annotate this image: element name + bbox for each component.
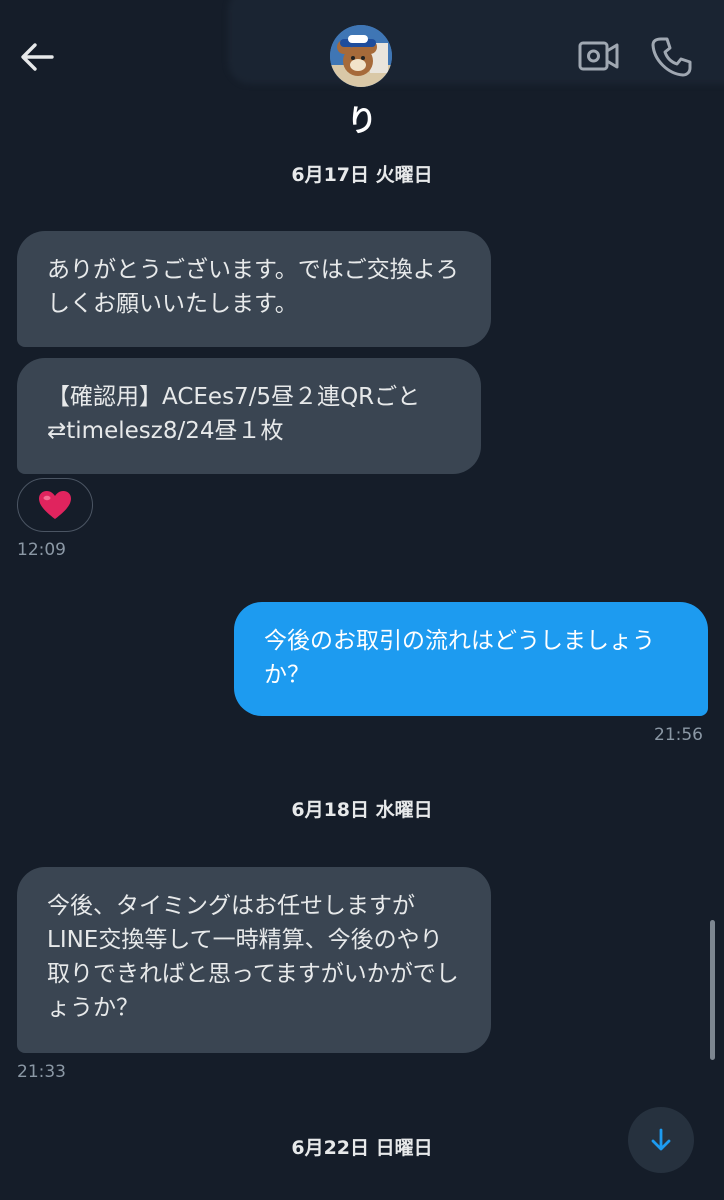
- message-timestamp: 12:09: [17, 540, 66, 560]
- voice-call-button[interactable]: [648, 34, 694, 80]
- message-reaction[interactable]: ❤️: [17, 478, 93, 532]
- conversation-header: り: [0, 0, 724, 150]
- incoming-message[interactable]: 【確認用】ACEes7/5昼２連QRごと⇄timelesz8/24昼１枚: [17, 358, 481, 474]
- avatar-image: [330, 25, 392, 87]
- contact-name[interactable]: り: [0, 96, 724, 140]
- arrow-left-icon: [21, 43, 54, 71]
- heart-icon: [39, 491, 71, 519]
- phone-icon: [651, 37, 692, 77]
- scroll-to-bottom-button[interactable]: [628, 1107, 694, 1173]
- arrow-down-icon: [651, 1128, 671, 1151]
- avatar[interactable]: [330, 25, 392, 87]
- outgoing-message[interactable]: 今後のお取引の流れはどうしましょうか？: [234, 602, 708, 716]
- date-separator: 6月17日 火曜日: [291, 164, 433, 186]
- date-separator: 6月18日 水曜日: [291, 799, 433, 821]
- back-button[interactable]: [14, 34, 60, 80]
- video-call-button[interactable]: [576, 36, 620, 76]
- message-timestamp: 21:56: [654, 725, 703, 745]
- scrollbar[interactable]: [710, 920, 715, 1060]
- date-separator: 6月22日 日曜日: [291, 1137, 433, 1159]
- incoming-message[interactable]: 今後、タイミングはお任せしますがLINE交換等して一時精算、今後のやり取りできれ…: [17, 867, 491, 1053]
- incoming-message[interactable]: ありがとうございます。ではご交換よろしくお願いいたします。: [17, 231, 491, 347]
- message-timestamp: 21:33: [17, 1062, 66, 1082]
- video-camera-icon: [578, 41, 619, 71]
